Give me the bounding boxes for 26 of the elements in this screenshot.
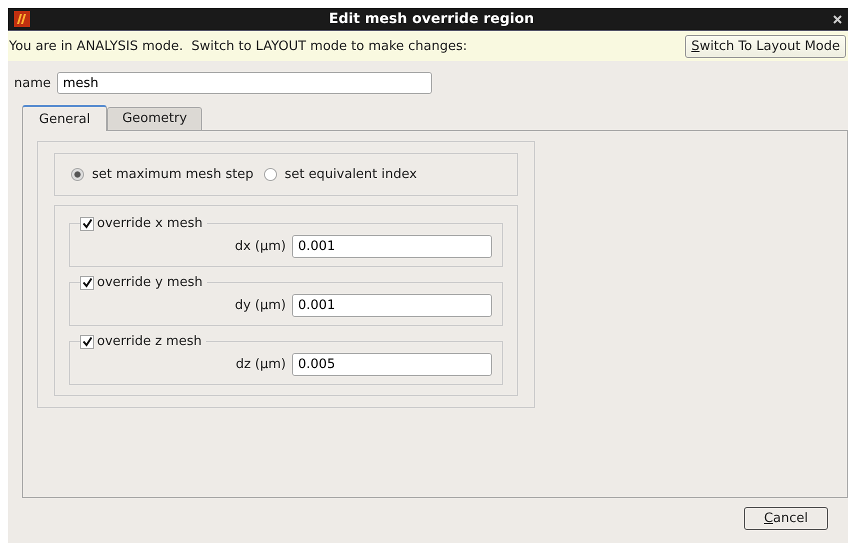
checkbox[interactable] bbox=[80, 276, 94, 290]
checkbox-label: override z mesh bbox=[97, 334, 202, 349]
tab[interactable]: General bbox=[22, 105, 108, 131]
checkbox-label: override y mesh bbox=[97, 275, 203, 290]
radio-button[interactable] bbox=[71, 168, 84, 181]
radio-label: set maximum mesh step bbox=[92, 167, 254, 182]
checkbox[interactable] bbox=[80, 334, 94, 348]
name-label: name bbox=[14, 76, 51, 90]
field-label: dy (µm) bbox=[234, 298, 286, 313]
radio-label: set equivalent index bbox=[284, 167, 417, 182]
field-label: dz (µm) bbox=[236, 357, 286, 372]
value-field[interactable]: 0.005 bbox=[292, 353, 492, 376]
checkbox-label: override x mesh bbox=[97, 216, 203, 231]
app-logo-icon bbox=[14, 11, 30, 27]
info-message: You are in ANALYSIS mode. Switch to LAYOUT mode to make changes: bbox=[9, 38, 468, 54]
value-field[interactable]: 0.001 bbox=[292, 294, 492, 317]
cancel-button[interactable]: Cancel bbox=[744, 507, 828, 530]
close-icon[interactable] bbox=[833, 14, 842, 24]
field-label: dx (µm) bbox=[234, 239, 286, 254]
window-title: Edit mesh override region bbox=[328, 11, 536, 27]
radio-button[interactable] bbox=[264, 168, 277, 181]
tab[interactable]: Geometry bbox=[107, 107, 202, 130]
value-field[interactable]: 0.001 bbox=[292, 235, 492, 258]
checkbox[interactable] bbox=[80, 216, 94, 230]
switch-layout-button[interactable]: Switch To Layout Mode bbox=[685, 34, 846, 58]
name-field[interactable]: mesh bbox=[56, 72, 432, 94]
